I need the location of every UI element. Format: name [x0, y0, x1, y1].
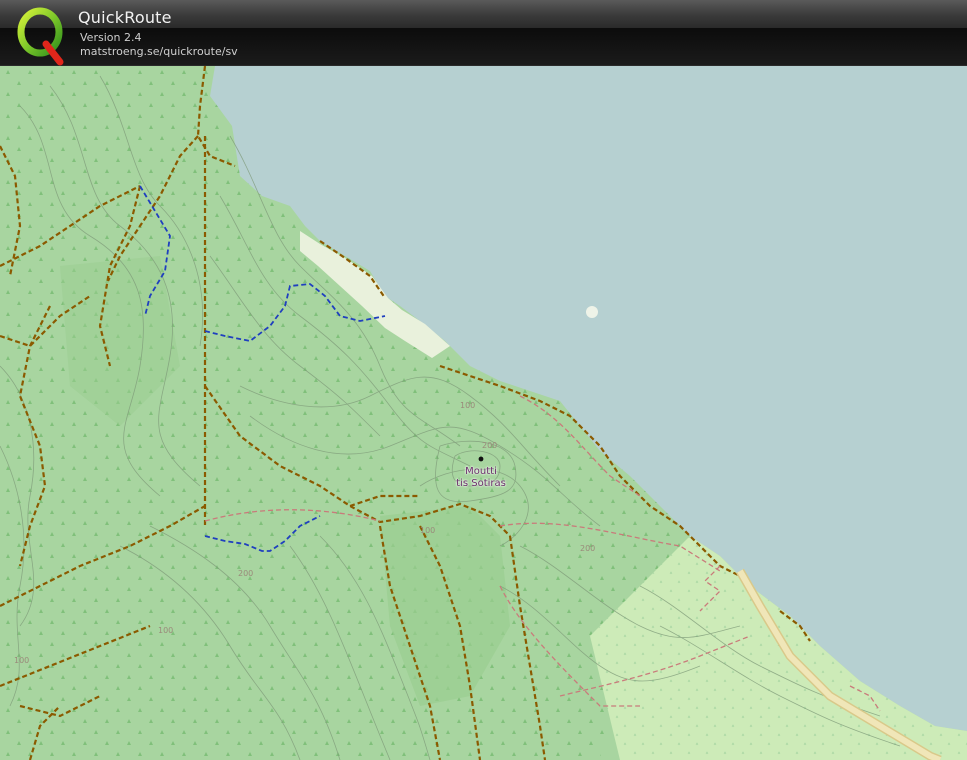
- peak-name-line1: Moutti: [465, 466, 497, 477]
- islet: [586, 306, 598, 318]
- contour-label: 200: [238, 569, 254, 578]
- map-canvas[interactable]: [0, 66, 967, 760]
- contour-label: 200: [580, 544, 596, 553]
- peak-marker-icon: [478, 456, 484, 462]
- quickroute-window: QuickRoute Version 2.4 matstroeng.se/qui…: [0, 0, 967, 760]
- contour-label: 100: [158, 626, 174, 635]
- contour-label: 200: [482, 441, 498, 450]
- app-title: QuickRoute: [78, 8, 172, 27]
- app-version: Version 2.4: [80, 31, 142, 44]
- contour-label: 100: [420, 526, 436, 535]
- app-url-link[interactable]: matstroeng.se/quickroute/sv: [80, 45, 238, 58]
- contour-label: 100: [14, 656, 30, 665]
- map-view[interactable]: Moutti tis Sotiras 100 200 200 100 100 2…: [0, 66, 967, 760]
- quickroute-logo-icon: [17, 7, 64, 66]
- peak-name-line2: tis Sotiras: [456, 478, 506, 489]
- peak-name-label: Moutti tis Sotiras: [446, 466, 516, 490]
- app-header: QuickRoute Version 2.4 matstroeng.se/qui…: [0, 0, 967, 66]
- contour-label: 100: [460, 401, 476, 410]
